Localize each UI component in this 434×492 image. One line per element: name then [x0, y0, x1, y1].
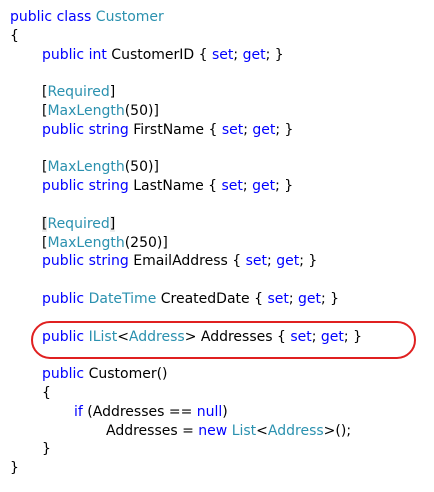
- code-text: ]: [109, 84, 116, 101]
- code-line[interactable]: public string EmailAddress { set; get; }: [10, 252, 434, 271]
- code-type: MaxLength: [47, 102, 125, 119]
- code-keyword: get: [276, 253, 300, 270]
- code-keyword: class: [56, 9, 92, 25]
- code-text: CustomerID {: [106, 46, 213, 63]
- code-type: Required: [47, 84, 110, 101]
- code-keyword: public: [42, 328, 85, 345]
- code-text: LastName {: [128, 178, 222, 195]
- code-line[interactable]: [10, 196, 434, 215]
- code-text: ;: [233, 46, 243, 63]
- code-line[interactable]: public IList<Address> Addresses { set; g…: [10, 328, 434, 347]
- code-text: (250)]: [124, 234, 168, 251]
- code-text: ;: [267, 253, 277, 270]
- code-keyword: set: [290, 328, 312, 345]
- code-keyword: public: [42, 366, 85, 383]
- code-keyword: set: [212, 46, 234, 63]
- code-keyword: get: [298, 290, 322, 307]
- code-text: FirstName {: [128, 121, 222, 138]
- code-type: IList: [88, 328, 118, 345]
- code-line[interactable]: [MaxLength(50)]: [10, 158, 434, 177]
- code-keyword: set: [267, 290, 289, 307]
- code-text: ;: [311, 328, 321, 345]
- code-text: ; }: [299, 253, 318, 270]
- code-text: ;: [242, 178, 253, 195]
- code-line[interactable]: public DateTime CreatedDate { set; get; …: [10, 290, 434, 309]
- code-keyword: set: [245, 253, 268, 270]
- code-type: MaxLength: [47, 234, 125, 251]
- code-keyword: string: [88, 121, 129, 138]
- code-keyword: public: [42, 178, 85, 195]
- code-text: {: [10, 27, 19, 44]
- code-line[interactable]: [10, 271, 434, 290]
- code-line[interactable]: public string LastName { set; get; }: [10, 177, 434, 196]
- code-text: ;: [243, 121, 253, 138]
- code-keyword: set: [221, 121, 244, 138]
- code-text: {: [42, 384, 51, 401]
- code-keyword: public: [42, 121, 85, 138]
- code-type: DateTime: [88, 290, 157, 307]
- code-keyword: get: [252, 178, 276, 195]
- code-keyword: if: [74, 403, 83, 420]
- code-keyword: new: [198, 422, 228, 439]
- code-text: (Addresses ==: [82, 403, 197, 420]
- code-type: MaxLength: [47, 159, 125, 176]
- code-text: > Addresses {: [184, 328, 291, 345]
- code-keyword: get: [320, 328, 344, 345]
- code-text: (50)]: [124, 102, 159, 119]
- code-line[interactable]: }: [10, 440, 434, 459]
- code-type: Address: [128, 328, 185, 345]
- code-line[interactable]: {: [10, 384, 434, 403]
- code-line[interactable]: Addresses = new List<Address>();: [10, 422, 434, 441]
- code-text: ; }: [343, 328, 362, 345]
- code-type: Required: [47, 215, 110, 232]
- code-line[interactable]: [MaxLength(250)]: [10, 234, 434, 253]
- code-text: <: [256, 422, 268, 439]
- code-line[interactable]: [Required]: [10, 215, 434, 234]
- code-text: CreatedDate {: [156, 290, 268, 307]
- code-text: Addresses =: [106, 422, 199, 439]
- code-line[interactable]: {: [10, 27, 434, 46]
- code-line[interactable]: [MaxLength(50)]: [10, 102, 434, 121]
- code-text: }: [42, 441, 51, 458]
- code-keyword: null: [196, 403, 223, 420]
- code-keyword: set: [221, 178, 243, 195]
- code-keyword: public: [42, 253, 85, 270]
- code-keyword: get: [252, 121, 276, 138]
- code-type: Address: [267, 422, 324, 439]
- code-text: ): [222, 403, 228, 420]
- code-line[interactable]: [10, 309, 434, 328]
- code-line[interactable]: }: [10, 459, 434, 478]
- code-keyword: string: [88, 178, 129, 195]
- code-line[interactable]: [Required]: [10, 83, 434, 102]
- code-text: Customer(): [84, 366, 168, 383]
- code-text: >();: [323, 422, 352, 439]
- code-text: }: [10, 460, 19, 477]
- code-text: (50)]: [124, 159, 159, 176]
- code-type: List: [231, 422, 257, 439]
- code-keyword: string: [88, 253, 129, 270]
- code-keyword: public: [42, 290, 85, 307]
- code-type: Customer: [95, 9, 164, 25]
- code-keyword: public: [42, 46, 85, 63]
- code-line[interactable]: public Customer(): [10, 365, 434, 384]
- code-line[interactable]: [10, 140, 434, 159]
- code-text: ; }: [265, 46, 284, 63]
- code-line[interactable]: public class Customer: [10, 8, 434, 27]
- code-text: ]: [109, 215, 116, 232]
- code-text: ; }: [275, 121, 294, 138]
- code-line[interactable]: public int CustomerID { set; get; }: [10, 46, 434, 65]
- code-text: EmailAddress {: [128, 253, 246, 270]
- code-line[interactable]: [10, 346, 434, 365]
- code-text: ; }: [321, 290, 340, 307]
- code-line[interactable]: [10, 64, 434, 83]
- code-editor[interactable]: public class Customer{public int Custome…: [10, 8, 434, 478]
- code-line[interactable]: if (Addresses == null): [10, 403, 434, 422]
- code-keyword: int: [88, 46, 107, 63]
- code-line[interactable]: public string FirstName { set; get; }: [10, 121, 434, 140]
- code-keyword: public: [10, 9, 53, 25]
- code-keyword: get: [242, 46, 266, 63]
- code-text: ; }: [275, 178, 294, 195]
- code-text: <: [117, 328, 129, 345]
- code-text: ;: [288, 290, 299, 307]
